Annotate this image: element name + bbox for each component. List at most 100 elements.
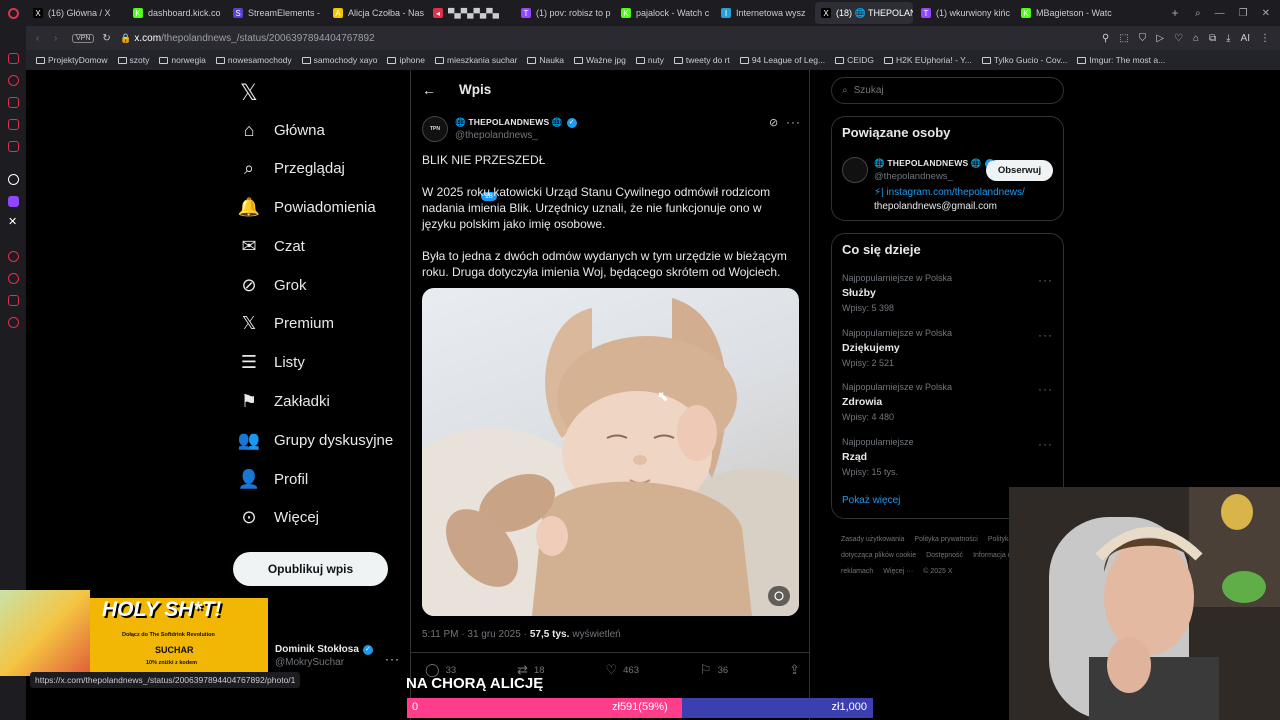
- footer-link[interactable]: © 2025 X: [923, 568, 952, 575]
- snapshot-icon[interactable]: ⬚: [1119, 33, 1128, 44]
- bookmark-item[interactable]: samochody xayo: [301, 55, 377, 65]
- aria-button[interactable]: AI: [1241, 33, 1250, 44]
- x-logo-icon[interactable]: 𝕏: [240, 80, 258, 106]
- bookmark-button[interactable]: ⚐ 36: [700, 662, 728, 678]
- related-avatar[interactable]: [842, 157, 868, 183]
- bookmark-item[interactable]: norwegia: [159, 55, 206, 65]
- nav-item[interactable]: ⊘ Grok: [238, 271, 408, 299]
- sidebar-icon-7[interactable]: [8, 295, 19, 306]
- nav-item[interactable]: 𝕏 Premium: [238, 310, 408, 338]
- bookmark-item[interactable]: H2K EUphoria! - Y...: [884, 55, 972, 65]
- nav-item[interactable]: 👥 Grupy dyskusyjne: [238, 426, 408, 454]
- close-window-icon[interactable]: ✕: [1262, 8, 1270, 19]
- trend-item[interactable]: Najpopularniejsze w Polska Służby Wpisy: 5…: [842, 273, 1057, 328]
- bookmark-item[interactable]: ProjektyDomow: [36, 55, 108, 65]
- bookmark-item[interactable]: szoty: [117, 55, 149, 65]
- sidebar-icon-6[interactable]: [8, 251, 19, 262]
- browser-tab[interactable]: S StreamElements -: [227, 2, 325, 24]
- nav-item[interactable]: ⊙ Więcej: [238, 504, 408, 532]
- footer-link[interactable]: Polityka prywatności: [914, 536, 977, 543]
- bookmark-item[interactable]: nowesamochody: [215, 55, 292, 65]
- sidebar-icon-3[interactable]: [8, 97, 19, 108]
- forward-icon[interactable]: ›: [54, 33, 72, 44]
- nav-item[interactable]: 👤 Profil: [238, 465, 408, 493]
- bookmark-item[interactable]: Imgur: The most a...: [1077, 55, 1165, 65]
- sidebar-icon-1[interactable]: [8, 53, 19, 64]
- trend-item[interactable]: Najpopularniejsze w Polska Zdrowia Wpisy: …: [842, 382, 1057, 437]
- account-more-icon[interactable]: ···: [385, 652, 400, 666]
- sidebar-icon-4[interactable]: [8, 119, 19, 130]
- extensions-icon[interactable]: ⧉: [1209, 33, 1216, 44]
- play-icon[interactable]: ▷: [1156, 33, 1164, 44]
- easy-setup-icon[interactable]: ⌂: [1193, 33, 1199, 44]
- minimize-icon[interactable]: —: [1215, 8, 1225, 19]
- reload-icon[interactable]: ↻: [102, 33, 120, 44]
- show-more-link[interactable]: Pokaż więcej: [842, 495, 900, 506]
- sidebar-icon-2[interactable]: [8, 75, 19, 86]
- bookmark-item[interactable]: tweety do rt: [673, 55, 730, 65]
- bookmark-item[interactable]: 94 League of Leg...: [739, 55, 825, 65]
- chatgpt-icon[interactable]: [8, 174, 19, 185]
- trend-more-icon[interactable]: ···: [1038, 328, 1053, 342]
- browser-tab[interactable]: ◂ ▀▄▀▄▀▄▀▄: [427, 2, 513, 24]
- author-avatar[interactable]: TPN: [422, 116, 448, 142]
- like-button[interactable]: ♡ 463: [605, 662, 639, 678]
- nav-item[interactable]: ⌕ Przeglądaj: [238, 155, 408, 183]
- url-field[interactable]: x.com /thepolandnews_/status/20063978944…: [134, 33, 374, 44]
- twitch-icon[interactable]: [8, 196, 19, 207]
- share-button[interactable]: ⇪: [789, 662, 800, 678]
- pin-icon[interactable]: ⚲: [1102, 33, 1109, 44]
- bookmark-item[interactable]: mieszkania suchar: [435, 55, 517, 65]
- trend-item[interactable]: Najpopularniejsze w Polska Dziękujemy Wpis…: [842, 328, 1057, 383]
- browser-tab[interactable]: X (16) Główna / X: [27, 2, 125, 24]
- grok-post-icon[interactable]: ⊘: [769, 116, 778, 129]
- trend-item[interactable]: Najpopularniejsze Rząd Wpisy: 15 tys. ···: [842, 437, 1057, 492]
- nav-item[interactable]: ☰ Listy: [238, 349, 408, 377]
- download-icon[interactable]: ⤓: [1226, 33, 1230, 44]
- browser-tab[interactable]: Kdashboard.kick.co: [127, 2, 225, 24]
- bookmark-item[interactable]: Ważne jpg: [573, 55, 626, 65]
- bio-link[interactable]: ⚡| instagram.com/thepolandnews/: [874, 187, 1025, 198]
- search-tabs-icon[interactable]: ⌕: [1195, 8, 1201, 19]
- browser-tab[interactable]: K MBagietson - Watc: [1015, 2, 1113, 24]
- browser-tab[interactable]: X (18) 🌐 THEPOLANDNEWS 🌐: [815, 2, 913, 24]
- footer-link[interactable]: Więcej ···: [883, 568, 913, 575]
- post-more-icon[interactable]: ···: [786, 115, 801, 129]
- maximize-icon[interactable]: ❐: [1239, 8, 1248, 19]
- browser-tab[interactable]: Kpajalock - Watch c: [615, 2, 713, 24]
- sidebar-icon-5[interactable]: [8, 141, 19, 152]
- browser-tab[interactable]: T (1) wkurwiony kińc: [915, 2, 1013, 24]
- trend-more-icon[interactable]: ···: [1038, 437, 1053, 451]
- post-time[interactable]: 5:11 PM · 31 gru 2025 ·: [422, 629, 527, 640]
- nav-item[interactable]: ⚑ Zakładki: [238, 388, 408, 416]
- bookmark-item[interactable]: nuty: [635, 55, 664, 65]
- follow-button[interactable]: Obserwuj: [986, 160, 1053, 181]
- shield-icon[interactable]: ⛉: [1139, 33, 1147, 44]
- opera-logo-icon[interactable]: [0, 7, 26, 19]
- footer-link[interactable]: Zasady użytkowania: [841, 536, 904, 543]
- related-name-row[interactable]: 🌐 THEPOLANDNEWS 🌐 ✓: [874, 158, 995, 169]
- browser-tab[interactable]: A Alicja Czołba - Nas: [327, 2, 425, 24]
- back-icon[interactable]: ‹: [36, 33, 54, 44]
- post-button[interactable]: Opublikuj wpis: [233, 552, 388, 586]
- trend-more-icon[interactable]: ···: [1038, 382, 1053, 396]
- back-arrow-icon[interactable]: ←: [422, 82, 436, 98]
- menu-icon[interactable]: ⋮: [1260, 33, 1270, 44]
- search-input[interactable]: [853, 85, 1034, 96]
- new-tab-button[interactable]: +: [1165, 6, 1185, 20]
- x-sidebar-icon[interactable]: ✕: [8, 215, 17, 228]
- author-name-row[interactable]: 🌐 THEPOLANDNEWS 🌐 ✓: [455, 117, 577, 128]
- bookmark-item[interactable]: iphone: [387, 55, 425, 65]
- post-photo[interactable]: [422, 288, 799, 616]
- browser-tab[interactable]: I Internetowa wysz: [715, 2, 813, 24]
- browser-tab[interactable]: T (1) pov: robisz to p: [515, 2, 613, 24]
- history-icon[interactable]: [8, 273, 19, 284]
- nav-item[interactable]: 🔔 18 Powiadomienia: [238, 192, 497, 222]
- bookmark-item[interactable]: CEIDG: [835, 55, 874, 65]
- nav-item[interactable]: ⌂ Główna: [238, 116, 408, 144]
- bookmark-item[interactable]: Tylko Gucio - Cov...: [981, 55, 1067, 65]
- nav-item[interactable]: ✉ Czat: [238, 232, 408, 260]
- footer-link[interactable]: Dostępność: [926, 552, 963, 559]
- author-handle[interactable]: @thepolandnews_: [455, 130, 538, 141]
- bookmark-item[interactable]: Nauka: [527, 55, 564, 65]
